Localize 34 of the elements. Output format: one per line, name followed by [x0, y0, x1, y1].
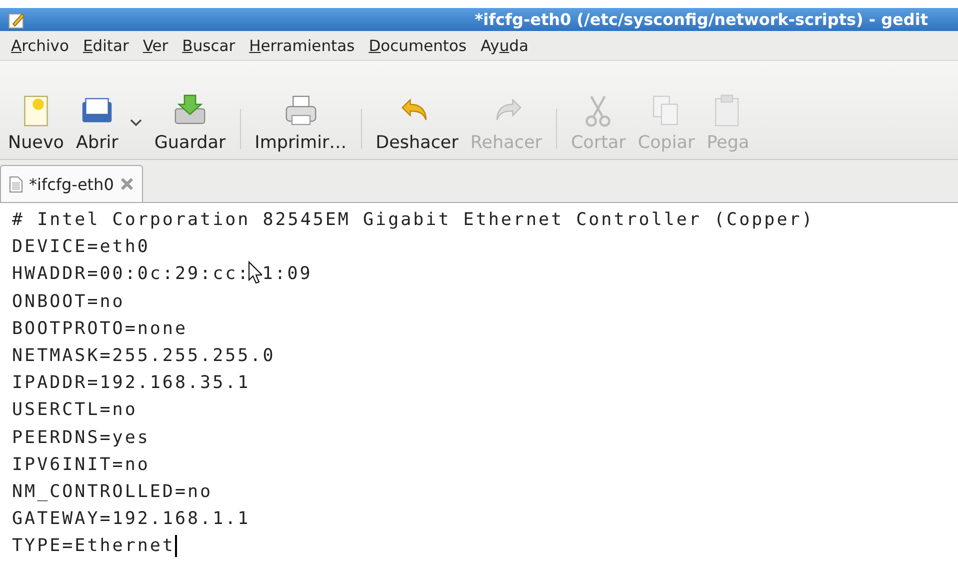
code-line: NM_CONTROLLED=no: [12, 481, 213, 504]
menu-item[interactable]: Documentos: [362, 36, 474, 54]
window-title: *ifcfg-eth0 (/etc/sysconfig/network-scripts) - gedit: [474, 10, 929, 29]
code-line: TYPE=Ethernet: [12, 535, 175, 558]
tab-label: *ifcfg-eth0: [29, 174, 114, 194]
menu-item[interactable]: Archivo: [4, 36, 76, 54]
code-line: IPV6INIT=no: [12, 454, 150, 477]
notepad-icon: [8, 10, 26, 28]
document-icon: [9, 176, 23, 192]
mouse-pointer-icon: [248, 261, 262, 286]
code-line: GATEWAY=192.168.1.1: [12, 508, 250, 532]
code-line: BOOTPROTO=none: [12, 318, 188, 341]
toolbar-button[interactable]: Imprimir…: [248, 93, 353, 153]
menu-item[interactable]: Ayuda: [474, 36, 536, 54]
code-line: DEVICE=eth0: [12, 236, 150, 260]
code-line: HWADDR=00:0c:29:cc:: [12, 263, 250, 286]
toolbar-button[interactable]: Guardar: [148, 93, 232, 153]
menu-item[interactable]: Editar: [76, 36, 136, 54]
menu-item[interactable]: Buscar: [175, 36, 242, 54]
code-line: ONBOOT=no: [12, 290, 125, 314]
toolbar-button[interactable]: Nuevo: [2, 93, 70, 153]
toolbar-button[interactable]: Deshacer: [370, 93, 464, 153]
code-line: PEERDNS=yes: [12, 426, 150, 450]
document-tab[interactable]: *ifcfg-eth0: [0, 165, 143, 202]
code-line: USERCTL=no: [12, 399, 138, 422]
close-icon[interactable]: [120, 177, 134, 191]
toolbar-button[interactable]: Abrir: [70, 93, 124, 153]
code-line: IPADDR=192.168.35.1: [12, 372, 250, 396]
menu-item[interactable]: Herramientas: [242, 36, 362, 54]
code-line: # Intel Corporation 82545EM Gigabit Ethernet Controller (Copper): [12, 209, 814, 232]
chevron-down-icon[interactable]: [130, 119, 142, 127]
code-line: NETMASK=255.255.255.0: [12, 345, 276, 368]
code-line: 1:09: [262, 263, 312, 286]
menu-item[interactable]: Ver: [136, 36, 176, 54]
